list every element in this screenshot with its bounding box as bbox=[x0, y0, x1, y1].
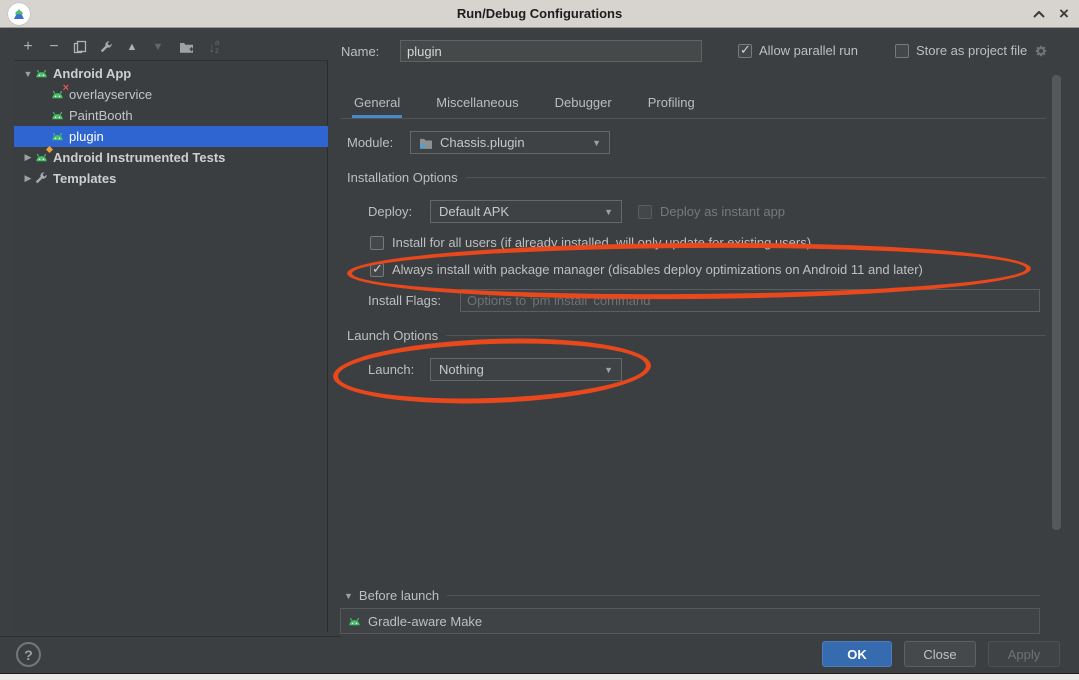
divider bbox=[0, 636, 340, 637]
name-input[interactable] bbox=[400, 40, 702, 62]
copy-configuration-icon[interactable] bbox=[70, 37, 90, 57]
configurations-tree: ▼ Android App × overlayservice PaintBoot… bbox=[14, 60, 328, 632]
collapse-window-icon[interactable] bbox=[1030, 6, 1048, 22]
remove-configuration-icon[interactable]: − bbox=[44, 37, 64, 57]
divider bbox=[447, 595, 1040, 596]
close-window-icon[interactable]: × bbox=[1055, 6, 1073, 22]
deploy-as-instant-app-label: Deploy as instant app bbox=[660, 204, 785, 219]
wrench-icon bbox=[34, 171, 49, 186]
installation-options-section: Installation Options bbox=[347, 170, 1046, 185]
launch-value: Nothing bbox=[439, 362, 484, 377]
before-launch-section[interactable]: ▼ Before launch bbox=[344, 588, 1040, 603]
install-for-all-users-label: Install for all users (if already instal… bbox=[392, 235, 811, 250]
deploy-value: Default APK bbox=[439, 204, 509, 219]
close-button[interactable]: Close bbox=[904, 641, 976, 667]
gear-icon[interactable] bbox=[1034, 44, 1048, 58]
divider bbox=[446, 335, 1046, 336]
divider bbox=[466, 177, 1046, 178]
install-for-all-users-checkbox[interactable] bbox=[370, 236, 384, 250]
window-title: Run/Debug Configurations bbox=[0, 0, 1079, 28]
deploy-as-instant-app-option[interactable]: Deploy as instant app bbox=[638, 204, 785, 219]
help-button[interactable]: ? bbox=[16, 642, 41, 667]
chevron-right-icon[interactable]: ▶ bbox=[22, 173, 34, 184]
tree-item-android-instrumented-tests[interactable]: ▶ Android Instrumented Tests bbox=[14, 147, 328, 168]
android-icon bbox=[50, 108, 65, 123]
tree-item-overlayservice[interactable]: × overlayservice bbox=[14, 84, 328, 105]
allow-parallel-run-label: Allow parallel run bbox=[759, 43, 858, 58]
tree-item-label: plugin bbox=[69, 129, 104, 144]
tab-debugger[interactable]: Debugger bbox=[553, 90, 614, 118]
module-label: Module: bbox=[347, 135, 393, 150]
ok-button[interactable]: OK bbox=[822, 641, 892, 667]
name-label: Name: bbox=[341, 44, 379, 59]
error-badge-icon: × bbox=[63, 82, 69, 94]
android-icon bbox=[34, 66, 49, 81]
chevron-down-icon[interactable]: ▼ bbox=[22, 69, 34, 79]
always-install-package-manager-label: Always install with package manager (dis… bbox=[392, 262, 923, 277]
tab-miscellaneous[interactable]: Miscellaneous bbox=[434, 90, 520, 118]
tree-item-templates[interactable]: ▶ Templates bbox=[14, 168, 328, 189]
add-configuration-icon[interactable]: + bbox=[18, 37, 38, 57]
title-bar: Run/Debug Configurations × bbox=[0, 0, 1079, 28]
tree-item-label: Templates bbox=[53, 171, 116, 186]
tree-item-paintbooth[interactable]: PaintBooth bbox=[14, 105, 328, 126]
android-icon bbox=[50, 129, 65, 144]
tab-general[interactable]: General bbox=[352, 90, 402, 118]
tree-item-label: PaintBooth bbox=[69, 108, 133, 123]
chevron-down-icon: ▼ bbox=[604, 207, 613, 217]
tab-bar: General Miscellaneous Debugger Profiling bbox=[340, 90, 1046, 119]
android-test-icon bbox=[34, 150, 49, 165]
chevron-down-icon[interactable]: ▼ bbox=[344, 591, 353, 601]
launch-label: Launch: bbox=[368, 362, 414, 377]
android-icon bbox=[347, 614, 362, 629]
chevron-right-icon[interactable]: ▶ bbox=[22, 152, 34, 163]
tree-item-label: overlayservice bbox=[69, 87, 152, 102]
store-as-project-file-checkbox[interactable] bbox=[895, 44, 909, 58]
module-value: Chassis.plugin bbox=[440, 135, 525, 150]
move-up-icon[interactable]: ▲ bbox=[122, 37, 142, 57]
store-as-project-file-option[interactable]: Store as project file bbox=[895, 43, 1048, 58]
vertical-scrollbar[interactable] bbox=[1052, 75, 1061, 530]
deploy-dropdown[interactable]: Default APK ▼ bbox=[430, 200, 622, 223]
chevron-down-icon: ▼ bbox=[592, 138, 601, 148]
sort-configurations-icon[interactable]: ↓az bbox=[204, 37, 224, 57]
launch-options-section: Launch Options bbox=[347, 328, 1046, 343]
new-folder-icon[interactable] bbox=[176, 37, 196, 57]
tree-item-plugin-selected[interactable]: plugin bbox=[14, 126, 328, 147]
tree-item-label: Android Instrumented Tests bbox=[53, 150, 225, 165]
tree-item-android-app[interactable]: ▼ Android App bbox=[14, 63, 328, 84]
install-for-all-users-option[interactable]: Install for all users (if already instal… bbox=[370, 235, 811, 250]
desktop-background-strip bbox=[0, 673, 1079, 680]
chevron-down-icon: ▼ bbox=[604, 365, 613, 375]
before-launch-task-label: Gradle-aware Make bbox=[368, 614, 482, 629]
installation-options-title: Installation Options bbox=[347, 170, 458, 185]
apply-button-disabled: Apply bbox=[988, 641, 1060, 667]
edit-configuration-wrench-icon[interactable] bbox=[96, 37, 116, 57]
deploy-label: Deploy: bbox=[368, 204, 412, 219]
launch-options-title: Launch Options bbox=[347, 328, 438, 343]
before-launch-task-row[interactable]: Gradle-aware Make bbox=[340, 608, 1040, 634]
install-flags-input[interactable] bbox=[460, 289, 1040, 312]
launch-dropdown[interactable]: Nothing ▼ bbox=[430, 358, 622, 381]
before-launch-title: Before launch bbox=[359, 588, 439, 603]
always-install-package-manager-option[interactable]: Always install with package manager (dis… bbox=[370, 262, 923, 277]
tab-profiling[interactable]: Profiling bbox=[646, 90, 697, 118]
run-debug-configurations-dialog: Run/Debug Configurations × + − ▲ ▼ ↓az ▼… bbox=[0, 0, 1079, 680]
module-dropdown[interactable]: Chassis.plugin ▼ bbox=[410, 131, 610, 154]
tree-item-label: Android App bbox=[53, 66, 131, 81]
allow-parallel-run-option[interactable]: Allow parallel run bbox=[738, 43, 858, 58]
deploy-as-instant-app-checkbox[interactable] bbox=[638, 205, 652, 219]
move-down-icon[interactable]: ▼ bbox=[148, 37, 168, 57]
always-install-package-manager-checkbox[interactable] bbox=[370, 263, 384, 277]
android-error-icon: × bbox=[50, 87, 65, 102]
module-icon bbox=[419, 137, 433, 149]
allow-parallel-run-checkbox[interactable] bbox=[738, 44, 752, 58]
install-flags-label: Install Flags: bbox=[368, 293, 441, 308]
store-as-project-file-label: Store as project file bbox=[916, 43, 1027, 58]
